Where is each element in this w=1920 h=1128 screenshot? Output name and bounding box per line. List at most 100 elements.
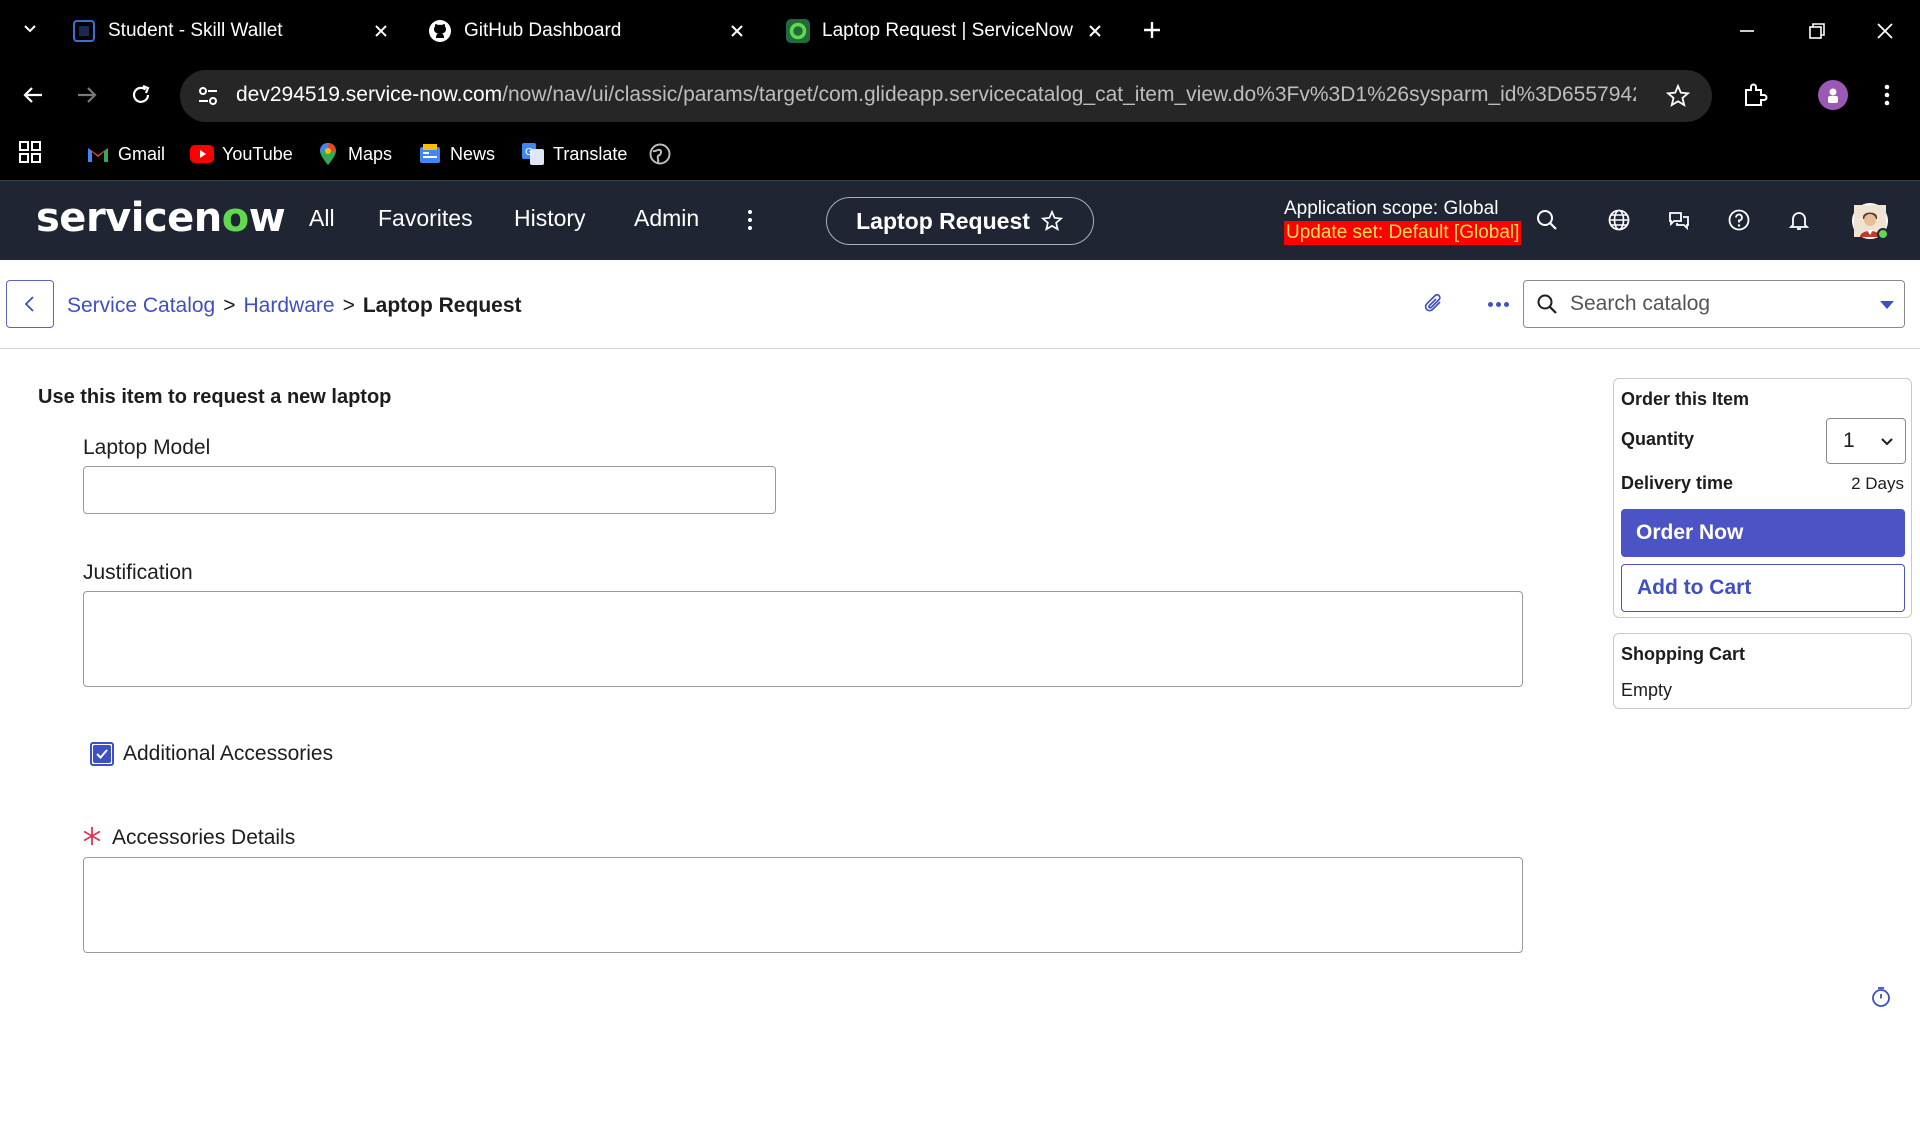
bookmark-maps[interactable]: Maps (316, 140, 392, 168)
back-button[interactable] (6, 280, 54, 328)
nav-history[interactable]: History (514, 205, 586, 232)
minimize-icon[interactable] (1730, 14, 1764, 48)
logo-text: w (248, 195, 286, 241)
bookmark-globe[interactable] (648, 140, 680, 168)
order-now-button[interactable]: Order Now (1621, 509, 1905, 557)
order-panel: Order this Item Quantity 1 Delivery time… (1613, 378, 1912, 618)
maps-icon (316, 142, 340, 166)
user-avatar[interactable] (1852, 203, 1889, 240)
delivery-time-label: Delivery time (1621, 473, 1734, 493)
justification-label: Justification (83, 561, 193, 584)
bookmark-translate[interactable]: G Translate (521, 140, 627, 168)
paperclip-icon[interactable] (1420, 290, 1448, 318)
url-path: /now/nav/ui/classic/params/target/com.gl… (502, 83, 1636, 106)
bookmark-label: Gmail (118, 143, 166, 164)
quantity-select[interactable]: 1 (1826, 418, 1906, 464)
url-bar[interactable]: dev294519.service-now.com/now/nav/ui/cla… (180, 70, 1712, 122)
url-text[interactable]: dev294519.service-now.com/now/nav/ui/cla… (236, 83, 1636, 107)
tab-laptop-request[interactable]: Laptop Request | ServiceNow (786, 8, 1108, 54)
close-tab-icon[interactable] (724, 18, 750, 44)
notification-bell-icon[interactable] (1784, 205, 1814, 235)
dropdown-caret-icon[interactable] (1880, 301, 1894, 309)
gmail-icon (86, 142, 110, 166)
tab-github-dashboard[interactable]: GitHub Dashboard (428, 8, 750, 54)
extensions-puzzle-icon[interactable] (1738, 78, 1772, 112)
search-catalog-field[interactable] (1523, 280, 1905, 328)
delivery-time-value: 2 Days (1851, 474, 1904, 493)
checkmark-icon (96, 749, 108, 759)
more-options-icon[interactable] (1484, 290, 1512, 318)
browser-menu-icon[interactable] (1870, 78, 1904, 112)
context-title-pill[interactable]: Laptop Request (826, 197, 1094, 245)
breadcrumb-separator: > (342, 294, 355, 317)
catalog-toolbar: Service Catalog > Hardware > Laptop Requ… (0, 260, 1920, 349)
youtube-icon (190, 142, 214, 166)
new-tab-plus-icon[interactable] (1138, 16, 1166, 44)
tab-search-chevron-icon[interactable] (18, 16, 42, 40)
order-panel-title: Order this Item (1621, 389, 1750, 409)
site-info-icon[interactable] (194, 82, 222, 110)
svg-text:G: G (525, 147, 533, 158)
search-icon[interactable] (1532, 205, 1562, 235)
timer-icon[interactable] (1870, 986, 1892, 1008)
help-icon[interactable] (1724, 205, 1754, 235)
servicenow-header: servicenow All Favorites History Admin L… (0, 180, 1920, 260)
reload-icon[interactable] (124, 78, 158, 112)
quantity-label: Quantity (1621, 429, 1695, 449)
skill-wallet-icon (72, 19, 96, 43)
bookmark-news[interactable]: News (418, 140, 495, 168)
nav-favorites[interactable]: Favorites (378, 205, 473, 232)
forward-arrow-icon[interactable] (70, 78, 104, 112)
tab-title: GitHub Dashboard (464, 20, 622, 41)
chat-icon[interactable] (1664, 205, 1694, 235)
shopping-cart-status: Empty (1621, 680, 1673, 700)
restore-icon[interactable] (1800, 14, 1834, 48)
search-catalog-input[interactable] (1570, 292, 1870, 316)
context-title: Laptop Request (856, 207, 1030, 234)
breadcrumb-service-catalog[interactable]: Service Catalog (67, 294, 215, 318)
required-asterisk-icon (82, 826, 102, 846)
logo-accent: o (221, 195, 249, 241)
bookmarks-bar: Gmail YouTube Maps News G Translate (0, 128, 1920, 180)
browser-profile-avatar[interactable] (1818, 80, 1848, 110)
bookmark-star-icon[interactable] (1664, 82, 1692, 110)
close-window-icon[interactable] (1868, 14, 1902, 48)
bookmark-label: Maps (348, 143, 393, 164)
github-icon (428, 19, 452, 43)
chevron-down-icon (1877, 431, 1897, 451)
servicenow-icon (786, 19, 810, 43)
servicenow-logo[interactable]: servicenow (36, 195, 286, 241)
breadcrumb-hardware[interactable]: Hardware (244, 294, 335, 318)
breadcrumb-current: Laptop Request (362, 294, 522, 317)
translate-icon: G (521, 142, 545, 166)
back-arrow-icon[interactable] (16, 78, 50, 112)
globe-icon (648, 142, 672, 166)
additional-accessories-checkbox[interactable] (90, 742, 114, 766)
nav-more-icon[interactable] (742, 205, 758, 235)
chevron-left-icon (24, 296, 34, 312)
quantity-value: 1 (1843, 429, 1855, 452)
application-scope[interactable]: Application scope: Global Update set: De… (1284, 197, 1522, 245)
bookmark-label: YouTube (222, 143, 293, 164)
url-host: dev294519.service-now.com (236, 83, 503, 106)
globe-icon[interactable] (1604, 205, 1634, 235)
favorite-star-icon[interactable] (1040, 209, 1064, 233)
bookmark-youtube[interactable]: YouTube (190, 140, 293, 168)
presence-indicator (1877, 228, 1889, 240)
shopping-cart-title: Shopping Cart (1621, 644, 1745, 664)
tab-title: Student - Skill Wallet (108, 20, 283, 41)
bookmark-label: News (450, 143, 496, 164)
add-to-cart-button[interactable]: Add to Cart (1621, 564, 1905, 612)
nav-all[interactable]: All (309, 205, 335, 232)
nav-admin[interactable]: Admin (634, 205, 699, 232)
close-tab-icon[interactable] (368, 18, 394, 44)
tab-skill-wallet[interactable]: Student - Skill Wallet (72, 8, 394, 54)
accessories-details-textarea[interactable] (83, 857, 1523, 953)
bookmark-gmail[interactable]: Gmail (86, 140, 165, 168)
close-tab-icon[interactable] (1082, 18, 1108, 44)
laptop-model-input[interactable] (83, 466, 776, 514)
breadcrumb: Service Catalog > Hardware > Laptop Requ… (67, 294, 522, 318)
justification-textarea[interactable] (83, 591, 1523, 687)
apps-grid-icon[interactable] (18, 140, 44, 166)
additional-accessories-row[interactable]: Additional Accessories (90, 742, 333, 766)
